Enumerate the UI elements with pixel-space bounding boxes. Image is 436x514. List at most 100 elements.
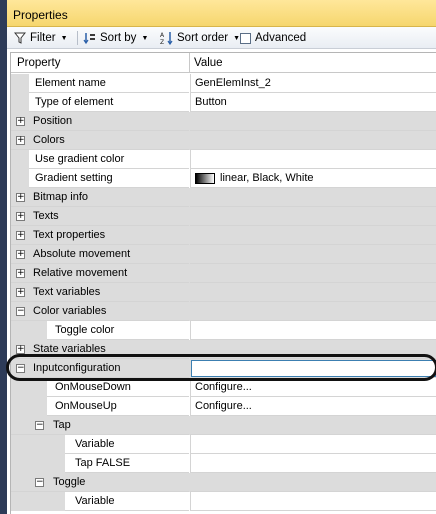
- property-label: Absolute movement: [33, 248, 131, 260]
- property-label: Variable: [75, 438, 115, 450]
- expand-icon[interactable]: +: [16, 136, 25, 145]
- property-group-row[interactable]: − Color variables: [11, 302, 436, 321]
- property-value-cell: [190, 340, 436, 359]
- property-label: Tap: [53, 419, 71, 431]
- gradient-swatch-icon: [195, 173, 215, 184]
- collapse-icon[interactable]: −: [16, 364, 25, 373]
- row-gutter: [11, 397, 29, 416]
- property-group-row-selected[interactable]: − Inputconfiguration: [11, 359, 436, 378]
- collapse-icon[interactable]: −: [16, 307, 25, 316]
- property-row[interactable]: OnMouseDown Configure...: [11, 378, 436, 397]
- property-row[interactable]: Variable: [11, 435, 436, 454]
- sort-by-dropdown[interactable]: Sort by ▼: [83, 30, 148, 46]
- property-group-row[interactable]: + Absolute movement: [11, 245, 436, 264]
- expand-icon[interactable]: +: [16, 231, 25, 240]
- property-value-cell[interactable]: [190, 321, 436, 340]
- property-name-cell: Element name: [11, 74, 189, 93]
- property-label: Position: [33, 115, 73, 127]
- column-header-value: Value: [194, 57, 223, 69]
- expand-icon[interactable]: +: [16, 117, 25, 126]
- property-name-cell: + State variables: [11, 340, 189, 359]
- property-value-cell[interactable]: [190, 435, 436, 454]
- property-value-cell: [190, 226, 436, 245]
- property-group-row[interactable]: + Position: [11, 112, 436, 131]
- property-name-cell: Variable: [11, 435, 189, 454]
- property-name-cell: Type of element: [11, 93, 189, 112]
- property-name-cell: − Inputconfiguration: [11, 359, 189, 378]
- property-label: Use gradient color: [35, 153, 125, 165]
- property-name-cell: + Absolute movement: [11, 245, 189, 264]
- property-value-cell[interactable]: Configure...: [190, 397, 436, 416]
- svg-text:Z: Z: [160, 39, 164, 45]
- property-group-row[interactable]: + Relative movement: [11, 264, 436, 283]
- property-value: Button: [195, 96, 227, 108]
- property-row[interactable]: Gradient setting linear, Black, White: [11, 169, 436, 188]
- row-gutter: [29, 378, 47, 397]
- expand-icon[interactable]: +: [16, 212, 25, 221]
- property-group-row[interactable]: + Text variables: [11, 283, 436, 302]
- advanced-checkbox[interactable]: [240, 32, 251, 44]
- property-name-cell: Use gradient color: [11, 150, 189, 169]
- property-name-cell: + Texts: [11, 207, 189, 226]
- property-value-cell[interactable]: GenElemInst_2: [190, 74, 436, 93]
- property-group-row[interactable]: + Bitmap info: [11, 188, 436, 207]
- property-value-cell[interactable]: [190, 492, 436, 511]
- property-label: Type of element: [35, 96, 114, 108]
- property-value-cell[interactable]: [190, 454, 436, 473]
- configure-link[interactable]: Configure...: [195, 381, 252, 393]
- property-value-cell: [190, 416, 436, 435]
- property-value-cell: [190, 131, 436, 150]
- collapse-icon[interactable]: −: [35, 478, 44, 487]
- row-gutter: [47, 435, 65, 454]
- property-row[interactable]: Element name GenElemInst_2: [11, 74, 436, 93]
- configure-link[interactable]: Configure...: [195, 400, 252, 412]
- property-name-cell: + Relative movement: [11, 264, 189, 283]
- property-row[interactable]: Type of element Button: [11, 93, 436, 112]
- property-value-editor[interactable]: [191, 360, 436, 377]
- expand-icon[interactable]: +: [16, 193, 25, 202]
- filter-dropdown[interactable]: Filter ▼: [13, 30, 68, 46]
- property-label: Color variables: [33, 305, 107, 317]
- row-gutter: [29, 321, 47, 340]
- property-row[interactable]: Use gradient color: [11, 150, 436, 169]
- property-group-row[interactable]: + Texts: [11, 207, 436, 226]
- chevron-down-icon: ▼: [60, 34, 68, 42]
- expand-icon[interactable]: +: [16, 269, 25, 278]
- property-value-cell[interactable]: Configure...: [190, 378, 436, 397]
- property-value-cell[interactable]: linear, Black, White: [190, 169, 436, 188]
- sort-order-label: Sort order: [177, 32, 229, 44]
- property-label: Bitmap info: [33, 191, 89, 203]
- property-name-cell: − Toggle: [11, 473, 189, 492]
- property-value: GenElemInst_2: [195, 77, 271, 89]
- property-row[interactable]: Toggle color: [11, 321, 436, 340]
- expand-icon[interactable]: +: [16, 250, 25, 259]
- property-group-row[interactable]: + State variables: [11, 340, 436, 359]
- column-divider[interactable]: [189, 53, 190, 73]
- property-group-row[interactable]: + Colors: [11, 131, 436, 150]
- property-row[interactable]: OnMouseUp Configure...: [11, 397, 436, 416]
- property-label: Text variables: [33, 286, 101, 298]
- sort-order-dropdown[interactable]: A Z Sort order ▼: [160, 30, 240, 46]
- property-name-cell: − Color variables: [11, 302, 189, 321]
- property-group-row[interactable]: − Tap: [11, 416, 436, 435]
- property-value-cell: [190, 207, 436, 226]
- property-label: OnMouseUp: [55, 400, 117, 412]
- property-name-cell: Tap FALSE: [11, 454, 189, 473]
- property-value-cell[interactable]: Button: [190, 93, 436, 112]
- property-value-cell: [190, 112, 436, 131]
- property-value-cell[interactable]: [190, 150, 436, 169]
- advanced-toggle[interactable]: Advanced: [240, 30, 306, 46]
- property-label: Text properties: [33, 229, 106, 241]
- expand-icon[interactable]: +: [16, 288, 25, 297]
- row-gutter: [11, 378, 29, 397]
- expand-icon[interactable]: +: [16, 345, 25, 354]
- property-name-cell: + Bitmap info: [11, 188, 189, 207]
- property-row[interactable]: Variable: [11, 492, 436, 511]
- property-group-row[interactable]: − Toggle: [11, 473, 436, 492]
- panel-title-bar[interactable]: Properties: [7, 0, 436, 27]
- collapse-icon[interactable]: −: [35, 421, 44, 430]
- svg-text:A: A: [160, 32, 165, 39]
- property-group-row[interactable]: + Text properties: [11, 226, 436, 245]
- property-row[interactable]: Tap FALSE: [11, 454, 436, 473]
- property-value-cell: [190, 264, 436, 283]
